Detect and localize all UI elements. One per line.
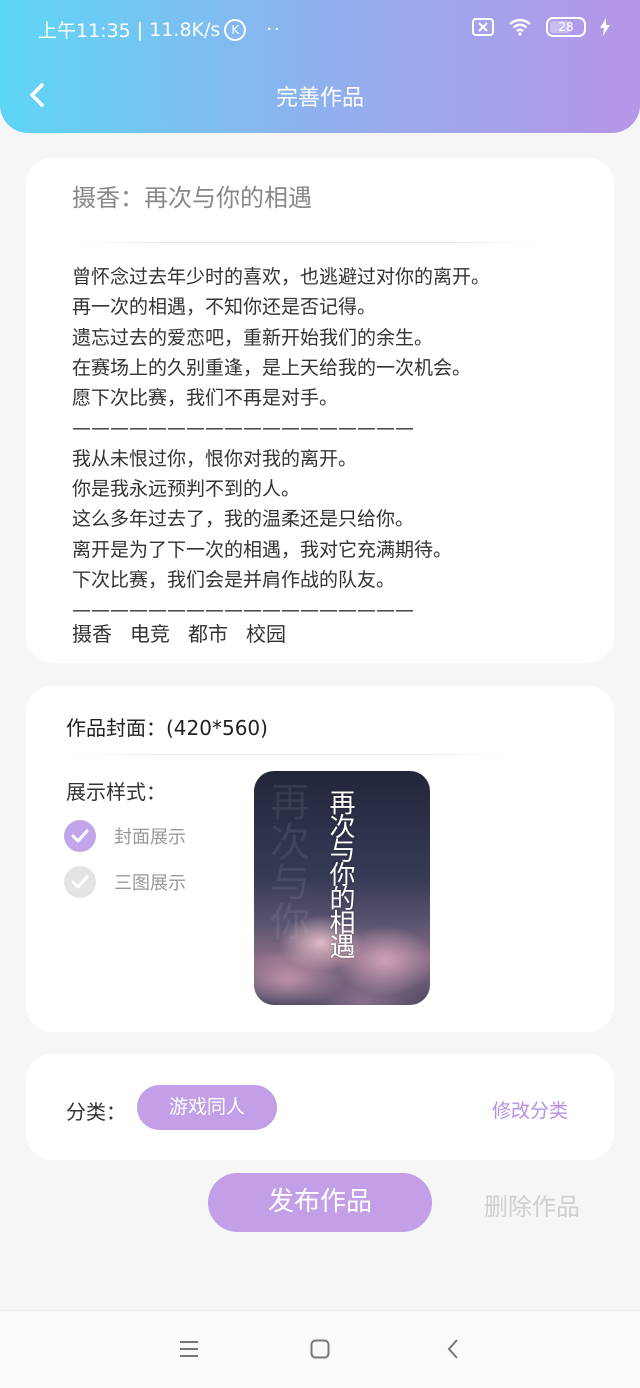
option-cover-display[interactable]: 封面展示 — [64, 820, 186, 852]
home-button[interactable] — [308, 1337, 332, 1361]
recent-apps-button[interactable] — [177, 1337, 201, 1361]
description-line: 你是我永远预判不到的人。 — [72, 478, 301, 501]
category-pill[interactable]: 游戏同人 — [137, 1085, 277, 1130]
description-line: 曾怀念过去年少时的喜欢，也逃避过对你的离开。 — [72, 266, 491, 288]
description-line: 下次比赛，我们会是并肩作战的队友。 — [72, 568, 396, 591]
tag: 摄香 — [72, 622, 112, 646]
menu-icon — [180, 1341, 198, 1357]
work-description[interactable]: 曾怀念过去年少时的喜欢，也逃避过对你的离开。 再一次的相遇，不知你还是否记得。 … — [72, 262, 592, 626]
system-back-button[interactable] — [442, 1337, 466, 1361]
cover-image[interactable]: 再次与你 再次与你的相遇 — [254, 771, 430, 1005]
k-badge-icon: K — [224, 18, 247, 41]
description-line: 这么多年过去了，我的温柔还是只给你。 — [72, 508, 415, 531]
tag: 校园 — [246, 622, 286, 646]
battery-level: 28 — [558, 20, 574, 34]
cover-title-text: 再次与你的相遇 — [325, 789, 355, 957]
tag: 电竞 — [130, 622, 170, 646]
option-label: 三图展示 — [114, 873, 186, 894]
square-icon — [310, 1339, 330, 1359]
option-three-image-display[interactable]: 三图展示 — [64, 866, 186, 898]
battery-icon: 28 — [546, 17, 586, 37]
network-speed: 11.8K/s — [149, 18, 221, 41]
cover-divider — [66, 754, 516, 755]
sim-off-icon — [472, 18, 494, 36]
publish-button[interactable]: 发布作品 — [208, 1173, 432, 1232]
display-style-label: 展示样式： — [66, 780, 166, 804]
description-line: 遗忘过去的爱恋吧，重新开始我们的余生。 — [72, 326, 434, 349]
checkmark-icon — [64, 820, 96, 852]
wifi-icon — [509, 18, 531, 36]
more-dots-icon: ·· — [266, 19, 282, 40]
description-line: 我从未恨过你，恨你对我的离开。 — [72, 447, 358, 470]
work-title[interactable]: 摄香：再次与你的相遇 — [72, 178, 312, 213]
page-title: 完善作品 — [275, 86, 364, 111]
status-time: 上午11:35 — [38, 20, 131, 42]
cover-label: 作品封面：(420*560) — [66, 716, 268, 740]
charging-icon — [600, 18, 610, 36]
edit-category-link[interactable]: 修改分类 — [492, 1096, 568, 1123]
app-header: 上午11:35 | 11.8K/s K ·· 28 完善作品 — [0, 0, 640, 133]
title-divider — [72, 242, 542, 243]
status-bar-left: 上午11:35 | 11.8K/s K ·· — [38, 16, 282, 43]
description-separator: —————————————————— — [72, 417, 414, 440]
category-label: 分类： — [66, 1100, 126, 1124]
description-line: 离开是为了下一次的相遇，我对它充满期待。 — [72, 538, 453, 561]
description-line: 再一次的相遇，不知你还是否记得。 — [72, 296, 377, 319]
system-nav-bar — [0, 1310, 640, 1388]
checkmark-icon — [64, 866, 96, 898]
tag-list: 摄香 电竞 都市 校园 — [72, 618, 286, 647]
delete-button[interactable]: 删除作品 — [484, 1187, 580, 1222]
description-line: 愿下次比赛，我们不再是对手。 — [72, 387, 339, 410]
chevron-left-icon — [447, 1339, 458, 1359]
tag: 都市 — [188, 622, 228, 646]
status-bar-right: 28 — [472, 17, 610, 37]
description-line: 在赛场上的久别重逢，是上天给我的一次机会。 — [72, 356, 472, 379]
option-label: 封面展示 — [114, 827, 186, 848]
